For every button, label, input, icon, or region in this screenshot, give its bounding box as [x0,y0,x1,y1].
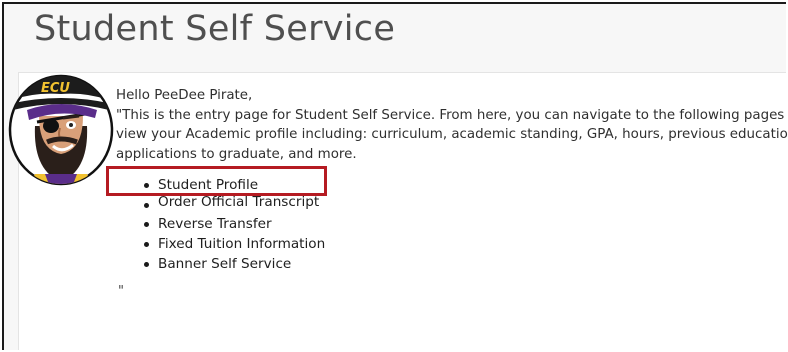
intro-line-1: "This is the entry page for Student Self… [116,107,788,123]
nav-item-label: Fixed Tuition Information [158,236,326,252]
nav-item-label: Banner Self Service [158,256,292,272]
nav-item-fixed-tuition-information[interactable]: Fixed Tuition Information [138,234,325,254]
nav-item-banner-self-service[interactable]: Banner Self Service [138,254,325,274]
welcome-message: Hello PeeDee Pirate, "This is the entry … [116,86,788,164]
page-title: Student Self Service [34,9,396,49]
nav-item-reverse-transfer[interactable]: Reverse Transfer [138,214,325,234]
pirate-mascot-icon: ECU [8,74,114,186]
greeting-text: Hello PeeDee Pirate, [116,88,253,103]
nav-item-label: Order Official Transcript [158,195,320,210]
closing-quote: " [118,284,124,299]
nav-item-label: Reverse Transfer [158,216,272,232]
intro-line-2: view your Academic profile including: cu… [116,127,788,142]
svg-text:ECU: ECU [41,81,70,96]
nav-item-order-official-transcript[interactable]: Order Official Transcript [138,195,325,214]
intro-line-3: applications to graduate, and more. [116,146,357,162]
highlight-box [106,166,327,196]
